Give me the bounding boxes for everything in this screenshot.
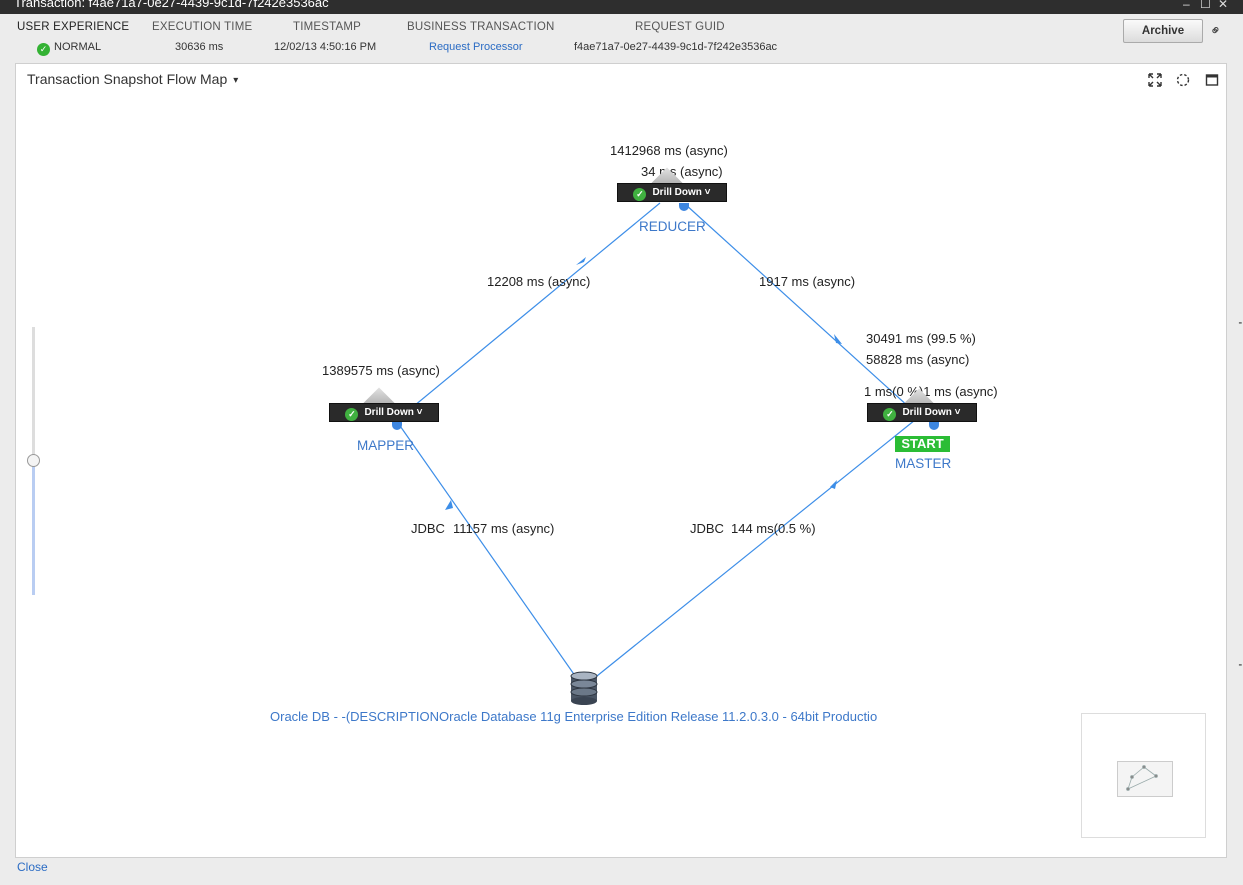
drill-down-label: Drill Down [652,187,702,198]
database-icon[interactable] [570,671,598,705]
edge-mapper-db-label[interactable]: 11157 ms (async) [453,521,554,536]
edge-master-db[interactable] [591,419,916,681]
mapper-node-name[interactable]: MAPPER [357,438,414,453]
reducer-time-2: 34 ms (async) [641,164,723,179]
edge-master-db-type: JDBC [690,521,724,536]
check-circle-icon: ✓ [633,188,647,201]
master-time: 1 ms(0 %)1 ms (async) [864,384,998,399]
close-link[interactable]: Close [17,860,48,874]
edge-master-reducer-label[interactable]: 1917 ms (async) [759,274,855,289]
minimap-viewport[interactable] [1117,761,1173,797]
arrow-reducer-mapper [576,257,586,265]
database-node-name[interactable]: Oracle DB - -(DESCRIPTIONOracle Database… [270,709,877,724]
reducer-time-1: 1412968 ms (async) [610,143,728,158]
edge-master-reducer-label-b1[interactable]: 30491 ms (99.5 %) [866,331,976,346]
minimap-graph [1126,765,1158,791]
check-circle-icon: ✓ [883,408,897,421]
edge-master-db-label[interactable]: 144 ms(0.5 %) [731,521,816,536]
drill-down-label: Drill Down [902,407,952,418]
reducer-drill-down-button[interactable]: ✓ Drill Down ˅ [617,183,727,202]
master-node-name[interactable]: MASTER [895,456,951,471]
reducer-node-name[interactable]: REDUCER [639,219,706,234]
edge-mapper-db-type: JDBC [411,521,445,536]
arrow-mapper-db [445,500,453,510]
drill-down-label: Drill Down [364,407,414,418]
mapper-drill-down-button[interactable]: ✓ Drill Down ˅ [329,403,439,422]
edge-reducer-mapper-label[interactable]: 12208 ms (async) [487,274,590,289]
master-drill-down-button[interactable]: ✓ Drill Down ˅ [867,403,977,422]
edge-master-reducer[interactable] [684,203,911,409]
edge-reducer-mapper[interactable] [396,202,661,421]
mapper-time: 1389575 ms (async) [322,363,440,378]
edge-tick-2: ╸ [1239,660,1243,670]
arrow-master-reducer [834,334,842,344]
edge-master-reducer-label-b2[interactable]: 58828 ms (async) [866,352,969,367]
check-circle-icon: ✓ [345,408,359,421]
start-badge: START [895,436,950,452]
flow-edges [396,202,916,681]
edge-tick-1: ╸ [1239,318,1243,328]
edge-mapper-db[interactable] [397,422,579,681]
